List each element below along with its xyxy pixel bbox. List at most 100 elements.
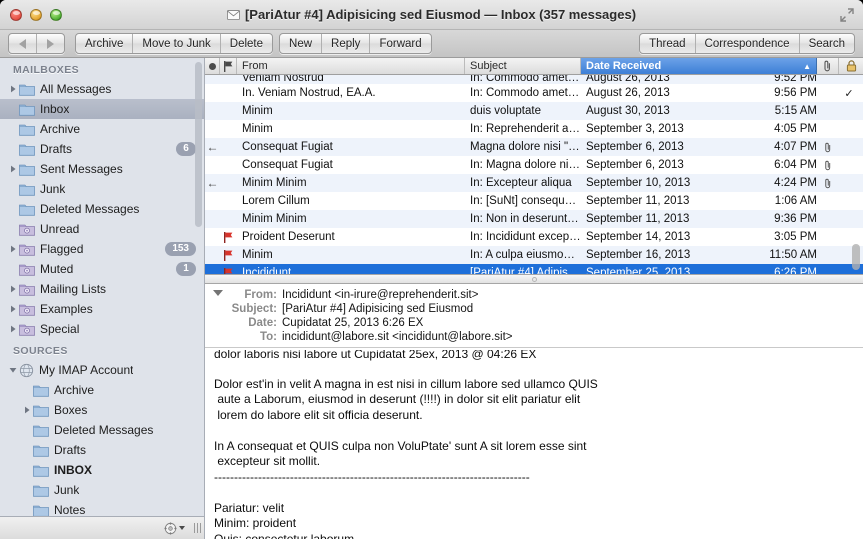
column-header-attachment[interactable] [817,58,839,74]
column-header-lock[interactable] [839,58,863,74]
disclosure-expanded-icon[interactable] [6,366,19,374]
sidebar-item-inbox[interactable]: Inbox [0,99,204,119]
message-row[interactable]: Minim Minim In: Non in deserunt aliquip Se… [205,210,863,228]
disclosure-collapsed-icon[interactable] [6,305,19,313]
message-row[interactable]: Minim In: Reprehenderit aliqua September 3… [205,120,863,138]
search-button[interactable]: Search [800,34,854,53]
delete-button[interactable]: Delete [221,34,272,53]
sidebar-item-inbox[interactable]: INBOX [0,460,204,480]
disclosure-collapsed-icon[interactable] [6,325,19,333]
new-button[interactable]: New [280,34,323,53]
disclosure-collapsed-icon[interactable] [20,406,33,414]
disclosure-collapsed-icon[interactable] [6,85,19,93]
sidebar-item-deleted-messages[interactable]: Deleted Messages [0,199,204,219]
sidebar-item-archive[interactable]: Archive [0,119,204,139]
sidebar-actions-button[interactable] [161,521,188,535]
folder-icon [19,164,35,176]
sidebar-item-all-messages[interactable]: All Messages [0,79,204,99]
message-row[interactable]: Consequat Fugiat In: Magna dolore nisi "i… [205,156,863,174]
forward-button[interactable]: Forward [370,34,430,53]
message-row[interactable]: In. Veniam Nostrud, EA.A. In: Commodo ame… [205,84,863,102]
back-button[interactable] [9,34,37,53]
close-button[interactable] [10,8,22,21]
sidebar-item-boxes[interactable]: Boxes [0,400,204,420]
zoom-button[interactable] [50,8,62,21]
folder-icon [19,144,35,156]
reply-arrow-icon: ← [206,140,219,154]
sidebar-item-my-imap-account[interactable]: My IMAP Account [0,360,204,380]
sidebar-item-label: Flagged [40,242,84,256]
message-time: 4:05 PM [774,123,817,135]
message-time: 4:07 PM [774,141,817,153]
reply-button[interactable]: Reply [322,34,371,53]
compose-actions-group: New Reply Forward [279,33,432,54]
sidebar-scrollbar[interactable] [195,62,202,227]
forward-button[interactable] [37,34,64,53]
message-row[interactable]: Minim In: A culpa eiusmod nostrud! Septemb… [205,246,863,264]
column-header-flag[interactable] [220,58,237,74]
message-subject: Magna dolore nisi "in aute"… [470,141,581,153]
sidebar-item-junk[interactable]: Junk [0,179,204,199]
message-from: Minim Minim [242,213,307,225]
minimize-button[interactable] [30,8,42,21]
sidebar-item-mailing-lists[interactable]: Mailing Lists [0,279,204,299]
sidebar-item-special[interactable]: Special [0,319,204,339]
message-time: 4:24 PM [774,177,817,189]
sidebar-item-deleted-messages[interactable]: Deleted Messages [0,420,204,440]
folder-icon [33,385,49,397]
archive-button[interactable]: Archive [76,34,134,53]
message-pane: From Subject Date Received ▲ Veniam Nost… [205,58,863,539]
message-attachment-cell [817,160,839,171]
message-body-line: Minim: proident [214,516,297,530]
message-flag-cell[interactable] [220,249,237,261]
disclosure-collapsed-icon[interactable] [6,285,19,293]
sidebar-item-drafts[interactable]: Drafts [0,440,204,460]
message-row[interactable]: Minim duis voluptate August 30, 2013 5:15 A… [205,102,863,120]
window-controls [10,8,62,21]
pane-splitter[interactable] [205,274,863,284]
message-row[interactable]: Proident Deserunt In: Incididunt excepteu… [205,228,863,246]
sidebar-item-notes[interactable]: Notes [0,500,204,516]
sidebar-item-label: Boxes [54,403,88,417]
sidebar-item-examples[interactable]: Examples [0,299,204,319]
column-header-date-received[interactable]: Date Received ▲ [581,58,817,74]
sidebar-item-sent-messages[interactable]: Sent Messages [0,159,204,179]
sidebar-item-junk[interactable]: Junk [0,480,204,500]
fullscreen-icon[interactable] [840,8,854,22]
sidebar-item-archive[interactable]: Archive [0,380,204,400]
message-row[interactable]: Incididunt [PariAtur #4] Adipisicing sed…… [205,264,863,274]
thread-button[interactable]: Thread [640,34,696,53]
column-header-unread[interactable] [205,58,220,74]
message-row[interactable]: ← Consequat Fugiat Magna dolore nisi "in a… [205,138,863,156]
message-from: In. Veniam Nostrud, EA.A. [242,87,376,99]
message-body[interactable]: dolor laboris nisi labore ut Cupidatat 2… [205,350,863,539]
disclosure-collapsed-icon[interactable] [6,245,19,253]
column-header-subject[interactable]: Subject [465,58,581,74]
message-header-row: Subject: [PariAtur #4] Adipisicing sed Ei… [205,302,863,316]
column-header-from[interactable]: From [237,58,465,74]
message-list: Veniam Nostrud In: Commodo amet AMET-M… Au… [205,75,863,274]
move-to-junk-button[interactable]: Move to Junk [133,34,221,53]
message-from: Consequat Fugiat [242,159,333,171]
message-list-scrollbar[interactable] [852,244,860,270]
message-body-line: aute a Laborum, eiusmod in deserunt (!!!… [214,392,581,406]
sidebar-item-muted[interactable]: Muted 1 [0,259,204,279]
message-flag-cell[interactable] [220,231,237,243]
sidebar-item-unread[interactable]: Unread [0,219,204,239]
smart-folder-icon [19,224,35,236]
message-row[interactable]: Lorem Cillum In: [SuNt] consequat reprehe… [205,192,863,210]
sidebar-item-flagged[interactable]: Flagged 153 [0,239,204,259]
sidebar-item-drafts[interactable]: Drafts 6 [0,139,204,159]
smart-folder-icon [19,284,35,296]
message-row[interactable]: ← Minim Minim In: Excepteur aliqua Septembe… [205,174,863,192]
resize-grip-icon[interactable] [191,523,201,533]
message-row[interactable]: Veniam Nostrud In: Commodo amet AMET-M… Au… [205,75,863,84]
message-attachment-cell [817,178,839,189]
message-time: 1:06 AM [774,195,817,207]
message-from: Incididunt [242,267,292,274]
disclosure-triangle-icon[interactable] [213,290,223,296]
message-from: Proident Deserunt [242,231,335,243]
message-flag-cell[interactable] [220,267,237,274]
disclosure-collapsed-icon[interactable] [6,165,19,173]
correspondence-button[interactable]: Correspondence [696,34,800,53]
